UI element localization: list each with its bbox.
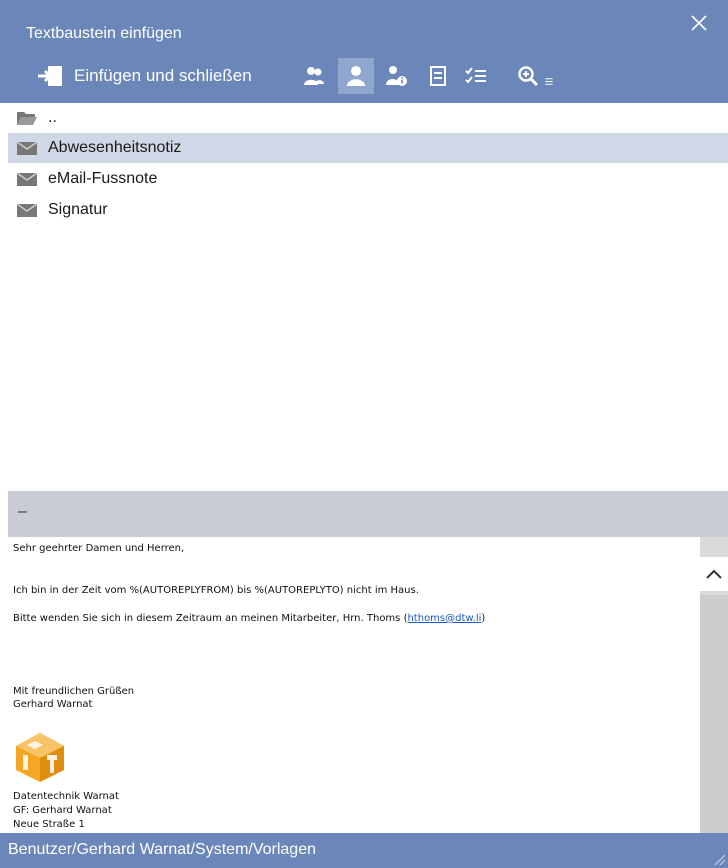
list-item[interactable]: eMail-Fussnote	[8, 164, 728, 194]
envelope-icon	[16, 141, 38, 155]
preview-name: Gerhard Warnat	[13, 699, 93, 710]
preview-splitter[interactable]: –	[8, 491, 728, 537]
email-link[interactable]: hthoms@dtw.li	[407, 613, 481, 624]
preview-line-2-prefix: Bitte wenden Sie sich in diesem Zeitraum…	[13, 613, 408, 624]
zoom-icon	[518, 66, 539, 87]
users-icon	[304, 67, 324, 85]
preview-line-2: Bitte wenden Sie sich in diesem Zeitraum…	[13, 613, 485, 624]
preview-line-1: Ich bin in der Zeit vom %(AUTOREPLYFROM)…	[13, 585, 419, 596]
preview-closing: Mit freundlichen Grüßen	[13, 686, 135, 697]
users-button[interactable]	[296, 58, 332, 94]
insert-and-close-button[interactable]: Einfügen und schließen	[36, 60, 252, 92]
list-item-label: eMail-Fussnote	[48, 170, 158, 187]
preview-company: Datentechnik Warnat	[13, 791, 119, 802]
list-item-label: Signatur	[48, 201, 108, 218]
preview-street: Neue Straße 1	[13, 819, 85, 830]
list-item[interactable]: Signatur	[8, 195, 728, 225]
chevron-up-icon	[706, 569, 722, 579]
list-item-label: ..	[48, 109, 57, 126]
preview-pane: Sehr geehrter Damen und Herren, Ich bin …	[8, 537, 700, 833]
user-icon	[347, 66, 365, 86]
list-item[interactable]: ..	[8, 103, 728, 133]
toolbar-overflow-button[interactable]	[538, 58, 560, 94]
scroll-thumb[interactable]	[700, 595, 728, 833]
resize-grip-icon[interactable]	[710, 850, 726, 866]
checklist-icon	[465, 67, 486, 84]
collapse-toggle[interactable]: –	[18, 503, 27, 521]
folder-open-icon	[17, 112, 37, 125]
window-title: Textbaustein einfügen	[26, 25, 182, 42]
scroll-up-button[interactable]	[700, 557, 728, 591]
template-list: .. Abwesenheitsnotiz eMail-Fussnote Sign…	[0, 103, 728, 491]
insert-icon	[38, 66, 62, 86]
checklist-button[interactable]	[458, 58, 494, 94]
preview-line-2-suffix: )	[481, 613, 486, 624]
user-button[interactable]	[338, 58, 374, 94]
document-list-icon	[430, 66, 446, 86]
preview-gf: GF: Gerhard Warnat	[13, 805, 112, 816]
close-icon	[691, 15, 707, 31]
insert-and-close-label: Einfügen und schließen	[74, 66, 252, 85]
status-bar: Benutzer/Gerhard Warnat/System/Vorlagen	[0, 833, 728, 868]
overflow-icon	[545, 78, 553, 85]
list-item[interactable]: Abwesenheitsnotiz	[8, 133, 728, 163]
preview-greeting: Sehr geehrter Damen und Herren,	[13, 543, 185, 554]
document-list-button[interactable]	[420, 58, 456, 94]
toolbar: Einfügen und schließen	[0, 54, 728, 98]
envelope-icon	[16, 203, 38, 217]
preview-scrollbar[interactable]	[700, 537, 728, 833]
envelope-icon	[16, 172, 38, 186]
user-info-button[interactable]	[378, 58, 414, 94]
list-item-label: Abwesenheitsnotiz	[48, 139, 182, 156]
title-bar: Textbaustein einfügen Einfügen und schli…	[0, 0, 728, 103]
company-logo	[16, 733, 64, 782]
status-path: Benutzer/Gerhard Warnat/System/Vorlagen	[8, 841, 316, 858]
close-button[interactable]	[688, 12, 710, 34]
user-info-icon	[386, 66, 407, 86]
